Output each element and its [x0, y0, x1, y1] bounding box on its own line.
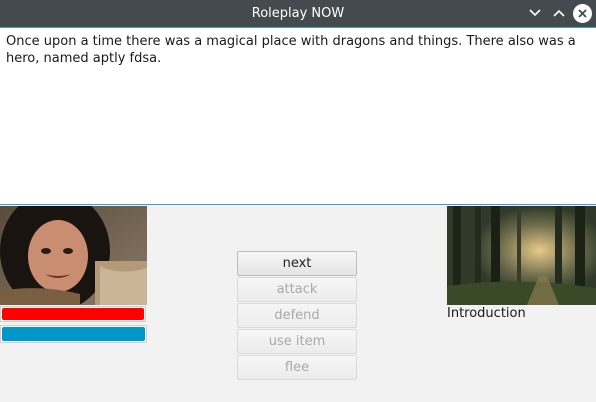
maximize-button[interactable]	[549, 3, 569, 23]
close-button[interactable]	[572, 3, 592, 23]
health-bar-fill	[2, 308, 144, 320]
minimize-button[interactable]	[525, 3, 545, 23]
defend-button[interactable]: defend	[237, 303, 357, 328]
health-bar	[0, 306, 146, 322]
scene-name: Introduction	[447, 306, 526, 321]
attack-button[interactable]: attack	[237, 277, 357, 302]
window-title: Roleplay NOW	[251, 6, 345, 21]
close-icon	[577, 8, 587, 18]
chevron-up-icon	[553, 9, 565, 17]
mana-bar-fill	[2, 327, 145, 341]
scene-image	[447, 206, 596, 305]
use-item-button[interactable]: use item	[237, 329, 357, 354]
title-bar: Roleplay NOW	[0, 0, 596, 27]
hero-portrait	[0, 206, 147, 305]
flee-button[interactable]: flee	[237, 355, 357, 380]
chevron-down-icon	[529, 9, 541, 17]
action-buttons: next attack defend use item flee	[237, 251, 357, 381]
next-button[interactable]: next	[237, 251, 357, 276]
mana-bar	[0, 325, 147, 343]
story-text-area[interactable]: Once upon a time there was a magical pla…	[0, 27, 596, 205]
